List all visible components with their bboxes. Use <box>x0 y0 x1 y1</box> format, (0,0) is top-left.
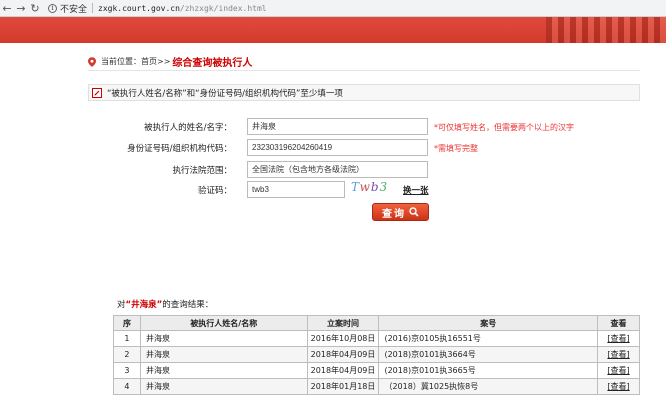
notice-bar: “被执行人姓名/名称”和“身份证号码/组织机构代码”至少填一项 <box>88 84 640 101</box>
row-date: 2018年04月09日 <box>306 362 380 379</box>
row-case-number: (2018)京0101执3664号 <box>378 346 599 363</box>
view-link[interactable]: [查看] <box>607 366 629 375</box>
row-view-cell: [查看] <box>597 346 640 363</box>
view-link[interactable]: [查看] <box>607 334 629 343</box>
url-separator <box>92 3 94 13</box>
refresh-captcha-link[interactable]: 换一张 <box>403 184 429 196</box>
view-link[interactable]: [查看] <box>607 350 629 359</box>
query-button-label: 查询 <box>382 208 406 220</box>
location-pin-icon <box>88 56 96 67</box>
table-row: 3 井海泉 2018年04月09日 (2018)京0101执3665号 [查看] <box>113 362 640 379</box>
notice-text: “被执行人姓名/名称”和“身份证号码/组织机构代码”至少填一项 <box>107 88 343 99</box>
url-path: /zhzxgk/index.html <box>179 3 267 13</box>
back-icon[interactable]: ← <box>0 1 14 16</box>
magnifier-icon <box>409 207 419 217</box>
site-header-banner <box>0 17 666 43</box>
row-name: 井海泉 <box>139 378 308 395</box>
banner-decoration <box>546 17 666 43</box>
table-header-row: 序 被执行人姓名/名称 立案时间 案号 查看 <box>113 315 640 331</box>
row-number: 4 <box>113 378 141 395</box>
page-title: 综合查询被执行人 <box>172 58 253 69</box>
results-title-suffix: 的查询结果： <box>162 300 214 310</box>
column-header: 被执行人姓名/名称 <box>139 315 308 331</box>
row-view-cell: [查看] <box>597 330 640 347</box>
url-field[interactable]: i 不安全 zxgk.court.gov.cn /zhzxgk/index.ht… <box>44 1 666 15</box>
form-row-id: 身份证号码/组织机构代码： 232303196204260419 *需填写完整 <box>88 139 640 157</box>
row-name: 井海泉 <box>139 362 308 379</box>
id-hint: *需填写完整 <box>434 144 478 153</box>
row-name: 井海泉 <box>139 346 308 363</box>
results-title-prefix: 对 <box>117 300 126 310</box>
browser-address-bar: ← → ↻ i 不安全 zxgk.court.gov.cn /zhzxgk/in… <box>0 0 666 17</box>
column-header: 序 <box>113 315 141 331</box>
row-case-number: (2016)京0105执16551号 <box>378 330 599 347</box>
reload-icon[interactable]: ↻ <box>28 1 42 16</box>
court-select[interactable]: 全国法院（包含地方各级法院） <box>247 161 428 178</box>
breadcrumb-label: 当前位置：首页>> <box>101 57 171 66</box>
form-row-captcha: 验证码： twb3 Twb3 换一张 <box>88 180 640 199</box>
row-number: 2 <box>113 346 141 363</box>
insecure-label: 不安全 <box>60 4 88 15</box>
row-number: 1 <box>113 330 141 347</box>
row-date: 2018年01月18日 <box>306 378 380 395</box>
row-view-cell: [查看] <box>597 378 640 395</box>
forward-icon[interactable]: → <box>14 1 28 16</box>
results-title-name: “井海泉” <box>125 300 163 310</box>
name-label: 被执行人的姓名/名字： <box>144 123 232 133</box>
query-button[interactable]: 查询 <box>372 203 429 221</box>
captcha-label: 验证码： <box>197 186 232 196</box>
captcha-input[interactable]: twb3 <box>247 181 345 198</box>
breadcrumb: 当前位置：首页>> 综合查询被执行人 <box>88 53 640 71</box>
form-row-name: 被执行人的姓名/名字： 井海泉 *可仅填写姓名，但需要两个以上的汉字 <box>88 118 640 136</box>
id-input[interactable]: 232303196204260419 <box>247 139 428 156</box>
view-link[interactable]: [查看] <box>607 382 629 391</box>
row-name: 井海泉 <box>139 330 308 347</box>
name-input[interactable]: 井海泉 <box>247 118 428 135</box>
table-row: 2 井海泉 2018年04月09日 (2018)京0101执3664号 [查看] <box>113 346 640 363</box>
row-case-number: (2018)京0101执3665号 <box>378 362 599 379</box>
url-host: zxgk.court.gov.cn <box>98 3 180 13</box>
captcha-image[interactable]: Twb3 <box>351 180 388 194</box>
results-title: 对“井海泉”的查询结果： <box>117 298 213 310</box>
row-date: 2016年10月08日 <box>306 330 380 347</box>
name-hint: *可仅填写姓名，但需要两个以上的汉字 <box>434 123 574 132</box>
table-row: 4 井海泉 2018年01月18日 （2018）冀1025执恢8号 [查看] <box>113 378 640 395</box>
row-case-number: （2018）冀1025执恢8号 <box>378 378 599 395</box>
column-header: 案号 <box>378 315 599 331</box>
row-number: 3 <box>113 362 141 379</box>
row-date: 2018年04月09日 <box>306 346 380 363</box>
column-header: 查看 <box>597 315 640 331</box>
table-row: 1 井海泉 2016年10月08日 (2016)京0105执16551号 [查看… <box>113 330 640 347</box>
edit-icon <box>92 87 102 98</box>
results-table: 序 被执行人姓名/名称 立案时间 案号 查看 1 井海泉 2016年10月08日… <box>113 315 640 395</box>
form-row-court: 执行法院范围： 全国法院（包含地方各级法院） <box>88 161 640 179</box>
column-header: 立案时间 <box>306 315 380 331</box>
info-icon[interactable]: i <box>48 3 57 13</box>
court-label: 执行法院范围： <box>172 166 232 176</box>
id-label: 身份证号码/组织机构代码： <box>127 144 232 154</box>
row-view-cell: [查看] <box>597 362 640 379</box>
